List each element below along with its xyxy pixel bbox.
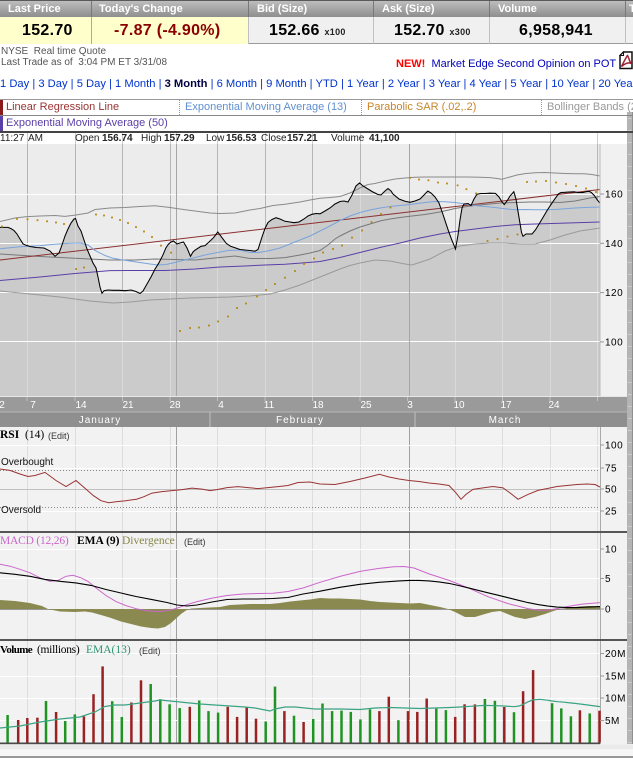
svg-text:5M: 5M [605,716,620,727]
svg-text:11: 11 [264,400,275,411]
svg-text:10M: 10M [605,694,626,705]
svg-text:17: 17 [500,400,512,411]
svg-text:21: 21 [122,400,134,411]
svg-text:20M: 20M [605,649,626,660]
svg-text:14: 14 [75,400,87,411]
svg-text:3: 3 [407,400,413,411]
svg-text:2: 2 [0,400,5,411]
svg-text:5: 5 [605,574,611,585]
svg-text:February: February [276,415,324,426]
svg-text:50: 50 [605,485,617,496]
svg-text:120: 120 [605,288,623,299]
svg-text:15M: 15M [605,672,626,683]
svg-text:100: 100 [605,337,623,348]
svg-text:0: 0 [605,605,611,616]
svg-text:140: 140 [605,239,623,250]
svg-text:25: 25 [360,400,372,411]
svg-text:10: 10 [605,545,617,556]
svg-text:January: January [79,415,122,426]
svg-text:7: 7 [30,400,36,411]
svg-text:25: 25 [605,507,617,518]
svg-text:160: 160 [605,190,623,201]
svg-text:18: 18 [312,400,324,411]
svg-text:4: 4 [218,400,224,411]
svg-text:24: 24 [548,400,560,411]
svg-text:100: 100 [605,441,623,452]
svg-text:75: 75 [605,464,617,475]
svg-text:28: 28 [169,400,181,411]
svg-text:10: 10 [453,400,465,411]
svg-text:March: March [489,415,522,426]
